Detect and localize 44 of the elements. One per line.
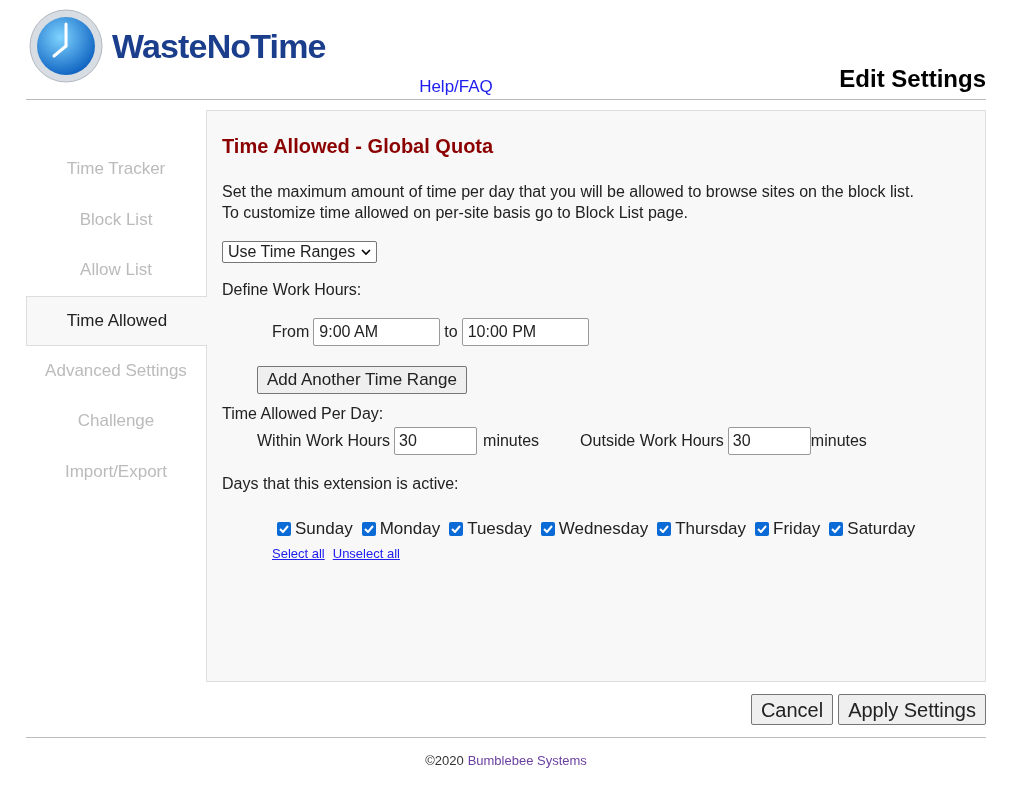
checkbox[interactable]: [755, 521, 770, 536]
app-name: WasteNoTime: [112, 25, 326, 67]
unselect-all-link[interactable]: Unselect all: [332, 543, 400, 563]
day-label: Sunday: [295, 518, 353, 540]
clock-logo-icon: [28, 8, 104, 84]
help-link[interactable]: Help/FAQ: [419, 73, 493, 99]
panel-title: Time Allowed - Global Quota: [222, 134, 495, 159]
unit-label: minutes: [483, 431, 540, 451]
from-label: From: [272, 322, 310, 342]
add-time-range-button[interactable]: Add Another Time Range: [257, 366, 467, 394]
day-label: Thursday: [675, 518, 747, 540]
day-label: Tuesday: [467, 518, 532, 540]
checkbox[interactable]: [277, 521, 291, 536]
per-day-label: Time Allowed Per Day:: [222, 404, 385, 424]
chevron-down-icon: [361, 248, 372, 256]
day-label: Friday: [773, 518, 821, 540]
company-link[interactable]: Bumblebee Systems: [467, 751, 587, 771]
quota-label: Outside Work Hours: [580, 431, 724, 451]
cancel-button[interactable]: Cancel: [750, 694, 834, 725]
sidebar-item[interactable]: Time Allowed: [26, 295, 207, 346]
end-time-field[interactable]: 10:00 PM: [461, 318, 589, 346]
checkbox[interactable]: [657, 521, 672, 536]
select-all-link[interactable]: Select all: [272, 543, 325, 563]
quota-label: Within Work Hours: [257, 431, 391, 451]
days-label: Days that this extension is active:: [222, 474, 460, 494]
description-text: To customize time allowed on per-site basis go to Block List page.: [222, 203, 689, 223]
minutes-field[interactable]: 30: [727, 427, 811, 455]
start-time-field[interactable]: 9:00 AM: [313, 318, 441, 346]
day-label: Wednesday: [558, 518, 649, 540]
checkbox[interactable]: [540, 521, 555, 536]
checkbox[interactable]: [361, 521, 376, 536]
day-label: Saturday: [847, 518, 916, 540]
apply-button[interactable]: Apply Settings: [838, 694, 986, 725]
page-title: Edit Settings: [838, 64, 986, 94]
checkbox[interactable]: [449, 521, 464, 536]
mode-dropdown[interactable]: Use Time Ranges: [222, 241, 378, 263]
minutes-field[interactable]: 30: [394, 427, 478, 455]
description-text: Set the maximum amount of time per day that you will be allowed to browse sites on the block list.: [222, 182, 915, 202]
copyright-text: ©2020: [425, 752, 464, 770]
unit-label: minutes: [810, 431, 867, 451]
to-label: to: [444, 322, 458, 342]
day-label: Monday: [379, 518, 441, 540]
checkbox[interactable]: [829, 521, 844, 536]
work-hours-label: Define Work Hours:: [222, 280, 363, 300]
